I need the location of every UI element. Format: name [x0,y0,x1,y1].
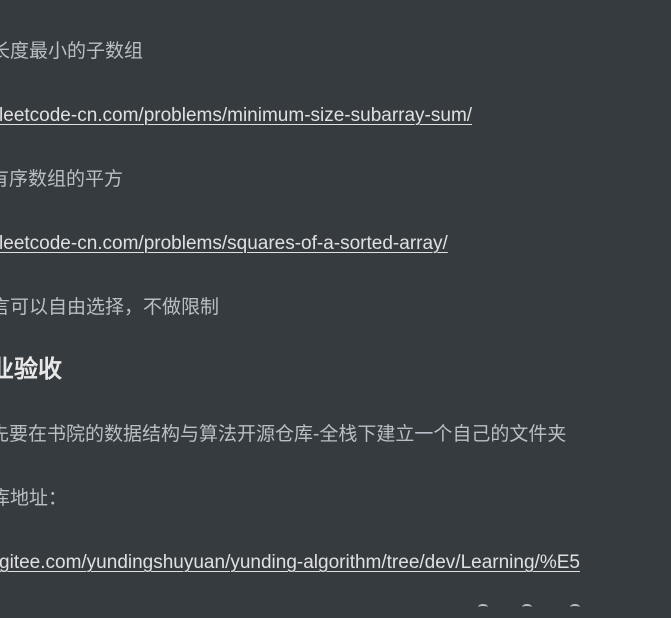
link-gitee-repository[interactable]: https://gitee.com/yundingshuyuan/yunding… [0,552,580,573]
cropped-text-fragment [470,604,610,618]
text: 语言可以自由选择，不做限制 [0,297,220,318]
link-repo-container: https://gitee.com/yundingshuyuan/yunding… [0,551,580,575]
text-line-repo-address: 仓库地址： [0,487,67,511]
link-squares-of-a-sorted-array[interactable]: https://leetcode-cn.com/problems/squares… [0,233,448,254]
link-squares-container: https://leetcode-cn.com/problems/squares… [0,232,448,256]
link-minimum-size-subarray-sum[interactable]: https://leetcode-cn.com/problems/minimum… [0,105,472,126]
text: 长度最小的子数组 [0,41,144,62]
text-line-squares: 有序数组的平方 [0,168,123,192]
text: 有序数组的平方 [0,169,124,190]
document-view: 长度最小的子数组 https://leetcode-cn.com/problem… [0,0,671,618]
link-min-subarray-container: https://leetcode-cn.com/problems/minimum… [0,104,472,128]
text: 仓库地址： [0,488,68,509]
text: 首先要在书院的数据结构与算法开源仓库-全栈下建立一个自己的文件夹 [0,424,567,445]
text-line-min-subarray: 长度最小的子数组 [0,40,143,64]
text-line-language: 语言可以自由选择，不做限制 [0,296,219,320]
text-line-create-folder: 首先要在书院的数据结构与算法开源仓库-全栈下建立一个自己的文件夹 [0,423,566,447]
section-heading-homework-acceptance: 作业验收 [0,356,62,383]
